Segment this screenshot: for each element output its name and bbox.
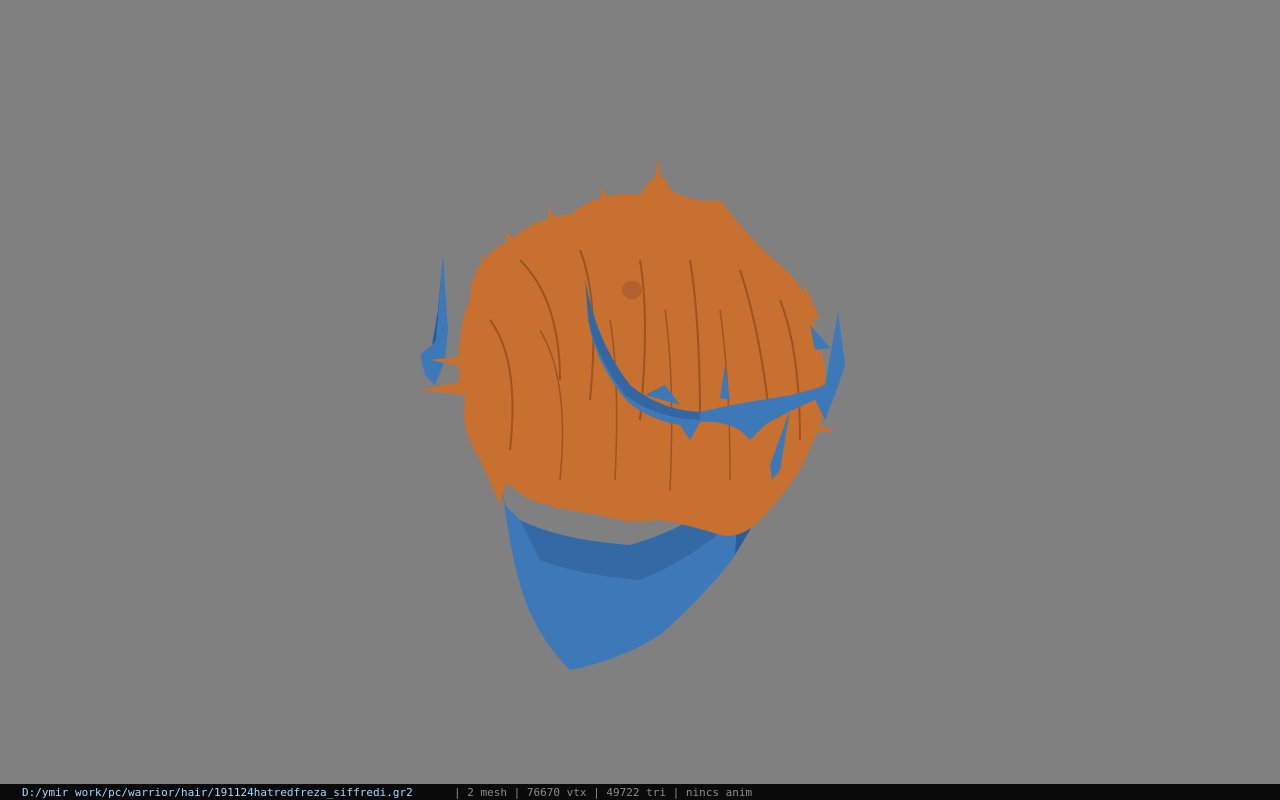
separator: | (593, 786, 600, 799)
status-bar: D:/ymir work/pc/warrior/hair/191124hatre… (0, 784, 1280, 800)
animation-status-label: nincs anim (685, 786, 753, 799)
model-render (420, 158, 845, 670)
vertex-count-label: 76670 vtx (526, 786, 587, 799)
left-horn-mesh (420, 255, 448, 385)
separator: | (454, 786, 461, 799)
triangle-count-label: 49722 tri (606, 786, 666, 799)
separator: | (513, 786, 521, 799)
model-stats: | 2 mesh | 76670 vtx | 49722 tri | nincs… (454, 785, 752, 800)
separator: | (672, 786, 680, 799)
hair-mesh (420, 158, 835, 536)
mesh-count-label: 2 mesh (467, 786, 507, 799)
file-path-label: D:/ymir work/pc/warrior/hair/191124hatre… (22, 786, 413, 799)
model-viewport[interactable] (0, 0, 1280, 784)
